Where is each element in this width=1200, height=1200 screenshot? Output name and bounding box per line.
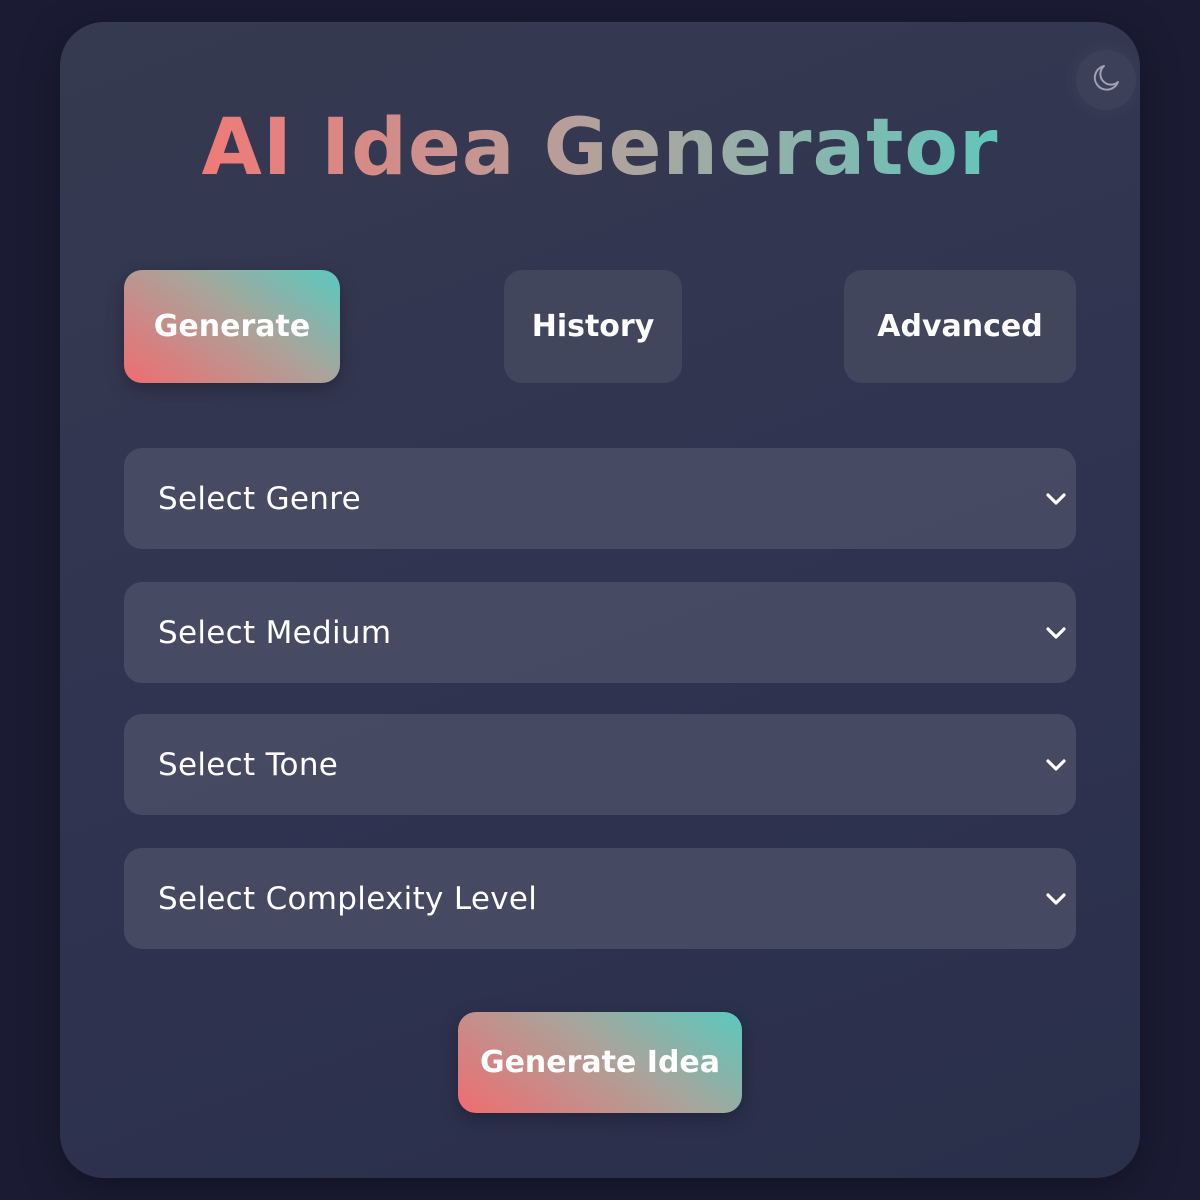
page-title: AI Idea Generator [201, 103, 999, 193]
tab-generate[interactable]: Generate [124, 270, 340, 383]
genre-select-value: Select Genre [158, 480, 361, 517]
tone-select[interactable]: Select Tone [124, 714, 1076, 815]
chevron-down-icon [1042, 885, 1070, 913]
complexity-select-value: Select Complexity Level [158, 880, 538, 917]
medium-select[interactable]: Select Medium [124, 582, 1076, 683]
tab-history[interactable]: History [504, 270, 682, 383]
chevron-down-icon [1042, 619, 1070, 647]
medium-select-value: Select Medium [158, 614, 392, 651]
generate-idea-button[interactable]: Generate Idea [458, 1012, 742, 1113]
moon-icon [1090, 62, 1122, 98]
main-card: AI Idea Generator Generate History Advan… [60, 22, 1140, 1178]
genre-select[interactable]: Select Genre [124, 448, 1076, 549]
tone-select-value: Select Tone [158, 746, 339, 783]
tab-advanced[interactable]: Advanced [844, 270, 1076, 383]
theme-toggle-button[interactable] [1076, 50, 1136, 110]
complexity-select[interactable]: Select Complexity Level [124, 848, 1076, 949]
chevron-down-icon [1042, 751, 1070, 779]
chevron-down-icon [1042, 485, 1070, 513]
